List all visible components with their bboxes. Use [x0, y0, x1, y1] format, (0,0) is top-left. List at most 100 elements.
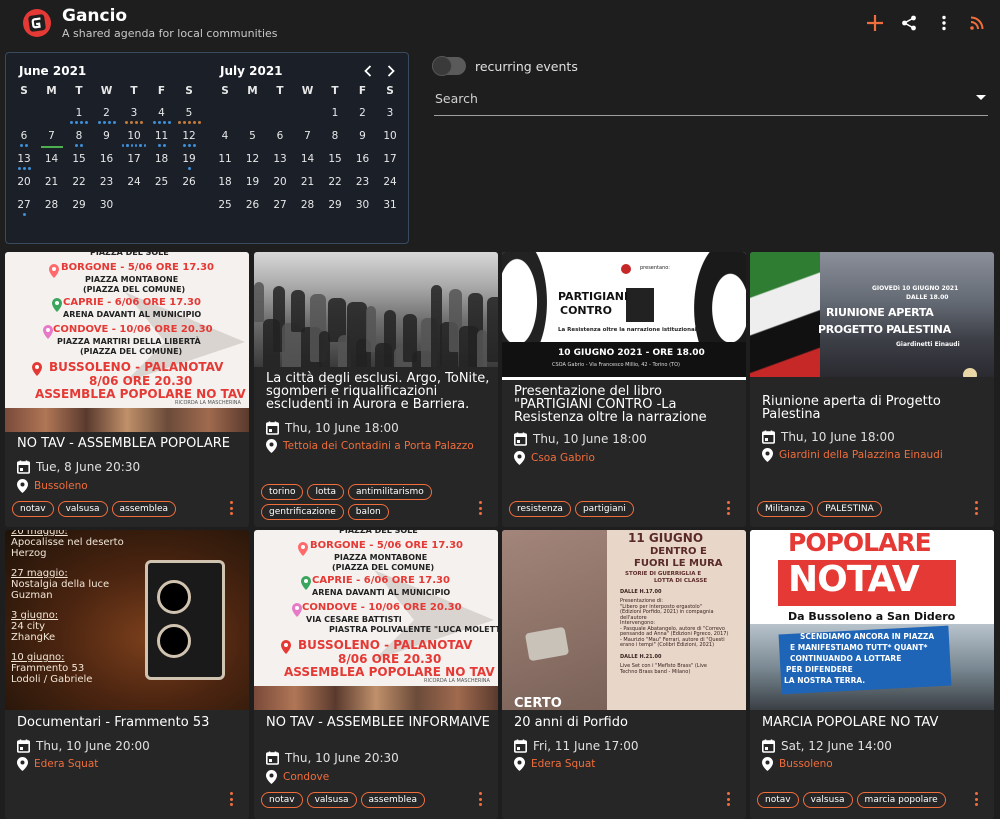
- event-title[interactable]: 20 anni di Porfido: [514, 716, 739, 729]
- add-icon[interactable]: [863, 11, 887, 35]
- tag-chip[interactable]: valsusa: [57, 501, 108, 517]
- event-place[interactable]: Condove: [266, 770, 329, 784]
- calendar-day[interactable]: 15: [323, 153, 347, 165]
- event-image[interactable]: 11 GIUGNO DENTRO E FUORI LE MURA STORIE DI …: [502, 530, 746, 710]
- event-card[interactable]: 11 GIUGNO DENTRO E FUORI LE MURA STORIE DI …: [502, 530, 746, 819]
- event-title[interactable]: NO TAV - ASSEMBLEE INFORMAIVE: [266, 716, 491, 729]
- calendar-day[interactable]: 16: [95, 153, 119, 165]
- calendar-day[interactable]: 31: [378, 199, 402, 211]
- more-vert-icon[interactable]: [972, 501, 980, 515]
- calendar-day[interactable]: 21: [296, 176, 320, 188]
- calendar-day[interactable]: 5: [177, 107, 201, 119]
- calendar-day[interactable]: 4: [150, 107, 174, 119]
- search-input[interactable]: Search: [434, 86, 988, 116]
- calendar-day[interactable]: 19: [241, 176, 265, 188]
- event-place-text[interactable]: Bussoleno: [779, 758, 833, 770]
- calendar-day[interactable]: 16: [351, 153, 375, 165]
- calendar-day[interactable]: 4: [213, 130, 237, 142]
- event-card[interactable]: GIOVEDì 10 GIUGNO 2021 DALLE 18.00 RIUNION…: [750, 252, 994, 527]
- calendar-day[interactable]: 1: [67, 107, 91, 119]
- more-vert-icon[interactable]: [227, 792, 235, 806]
- calendar-day[interactable]: 2: [351, 107, 375, 119]
- event-image[interactable]: [254, 252, 498, 367]
- calendar-day[interactable]: 8: [67, 130, 91, 142]
- gancio-logo-icon[interactable]: [22, 8, 52, 38]
- calendar-day[interactable]: 25: [213, 199, 237, 211]
- event-place[interactable]: Giardini della Palazzina Einaudi: [762, 448, 943, 462]
- calendar-day[interactable]: 14: [296, 153, 320, 165]
- calendar-day[interactable]: 25: [150, 176, 174, 188]
- event-image[interactable]: PIAZZA DEL SOLE BORGONE - 5/06 ORE 17.30 P…: [254, 530, 498, 710]
- event-place-text[interactable]: Edera Squat: [531, 758, 595, 770]
- calendar-day[interactable]: 22: [323, 176, 347, 188]
- calendar-day[interactable]: 23: [95, 176, 119, 188]
- event-place-text[interactable]: Bussoleno: [34, 480, 88, 492]
- calendar-day[interactable]: 27: [268, 199, 292, 211]
- calendar-day[interactable]: 6: [268, 130, 292, 142]
- event-image[interactable]: 20 maggio: Apocalisse nel deserto Herzog 27…: [5, 530, 249, 710]
- more-vert-icon[interactable]: [476, 501, 484, 515]
- calendar-day[interactable]: 7: [40, 130, 64, 142]
- calendar-day[interactable]: 28: [40, 199, 64, 211]
- calendar-day[interactable]: 10: [378, 130, 402, 142]
- calendar-day[interactable]: 11: [213, 153, 237, 165]
- calendar-day[interactable]: 10: [122, 130, 146, 142]
- tag-chip[interactable]: valsusa: [306, 792, 357, 808]
- calendar-day[interactable]: 14: [40, 153, 64, 165]
- app-title[interactable]: Gancio: [62, 6, 127, 26]
- calendar-day[interactable]: 9: [351, 130, 375, 142]
- calendar-day[interactable]: 6: [12, 130, 36, 142]
- tag-chip[interactable]: resistenza: [509, 501, 571, 517]
- event-place-text[interactable]: Giardini della Palazzina Einaudi: [779, 449, 943, 461]
- tag-chip[interactable]: notav: [12, 501, 54, 517]
- calendar-day[interactable]: 22: [67, 176, 91, 188]
- event-card[interactable]: POPOLARE NOTAV Da Bussoleno a San Didero SC…: [750, 530, 994, 819]
- tag-chip[interactable]: Militanza: [757, 501, 814, 517]
- calendar-day[interactable]: 29: [67, 199, 91, 211]
- event-title[interactable]: Documentari - Frammento 53: [17, 716, 242, 729]
- tag-chip[interactable]: PALESTINA: [817, 501, 882, 517]
- calendar-day[interactable]: 27: [12, 199, 36, 211]
- calendar-day[interactable]: 7: [296, 130, 320, 142]
- tag-chip[interactable]: balon: [347, 504, 389, 520]
- tag-chip[interactable]: notav: [757, 792, 799, 808]
- event-image[interactable]: PIAZZA DEL SOLE BORGONE - 5/06 ORE 17.30 P…: [5, 252, 249, 432]
- calendar-day[interactable]: 12: [177, 130, 201, 142]
- calendar-day[interactable]: 20: [12, 176, 36, 188]
- tag-chip[interactable]: antimilitarismo: [348, 484, 432, 500]
- event-card[interactable]: presentano: PARTIGIANI CONTRO La Resistenza…: [502, 252, 746, 527]
- rss-icon[interactable]: [965, 11, 989, 35]
- calendar-day[interactable]: 1: [323, 107, 347, 119]
- more-vert-icon[interactable]: [932, 11, 956, 35]
- calendar-day[interactable]: 30: [351, 199, 375, 211]
- calendar-day[interactable]: 5: [241, 130, 265, 142]
- event-card[interactable]: La città degli esclusi. Argo, ToNite, sg…: [254, 252, 498, 527]
- calendar-day[interactable]: 18: [150, 153, 174, 165]
- calendar-day[interactable]: 29: [323, 199, 347, 211]
- event-place-text[interactable]: Edera Squat: [34, 758, 98, 770]
- more-vert-icon[interactable]: [724, 501, 732, 515]
- event-place[interactable]: Edera Squat: [17, 757, 98, 771]
- event-title[interactable]: Presentazione del libro "PARTIGIANI CONT…: [514, 385, 739, 424]
- calendar-day[interactable]: 19: [177, 153, 201, 165]
- calendar-day[interactable]: 11: [150, 130, 174, 142]
- event-title[interactable]: La città degli esclusi. Argo, ToNite, sg…: [266, 372, 491, 411]
- calendar-day[interactable]: 17: [378, 153, 402, 165]
- event-card[interactable]: PIAZZA DEL SOLE BORGONE - 5/06 ORE 17.30 P…: [254, 530, 498, 819]
- calendar-day[interactable]: 15: [67, 153, 91, 165]
- chevron-right-icon[interactable]: [381, 61, 401, 81]
- share-icon[interactable]: [897, 11, 921, 35]
- calendar-day[interactable]: 24: [378, 176, 402, 188]
- tag-chip[interactable]: gentrificazione: [261, 504, 344, 520]
- event-place[interactable]: Csoa Gabrio: [514, 451, 595, 465]
- calendar-day[interactable]: 3: [122, 107, 146, 119]
- calendar-day[interactable]: 30: [95, 199, 119, 211]
- tag-chip[interactable]: assemblea: [360, 792, 426, 808]
- tag-chip[interactable]: torino: [261, 484, 304, 500]
- tag-chip[interactable]: partigiani: [574, 501, 634, 517]
- chevron-left-icon[interactable]: [358, 61, 378, 81]
- calendar-day[interactable]: 24: [122, 176, 146, 188]
- menu-down-icon[interactable]: [976, 95, 986, 101]
- event-place-text[interactable]: Condove: [283, 771, 329, 783]
- calendar-day[interactable]: 12: [241, 153, 265, 165]
